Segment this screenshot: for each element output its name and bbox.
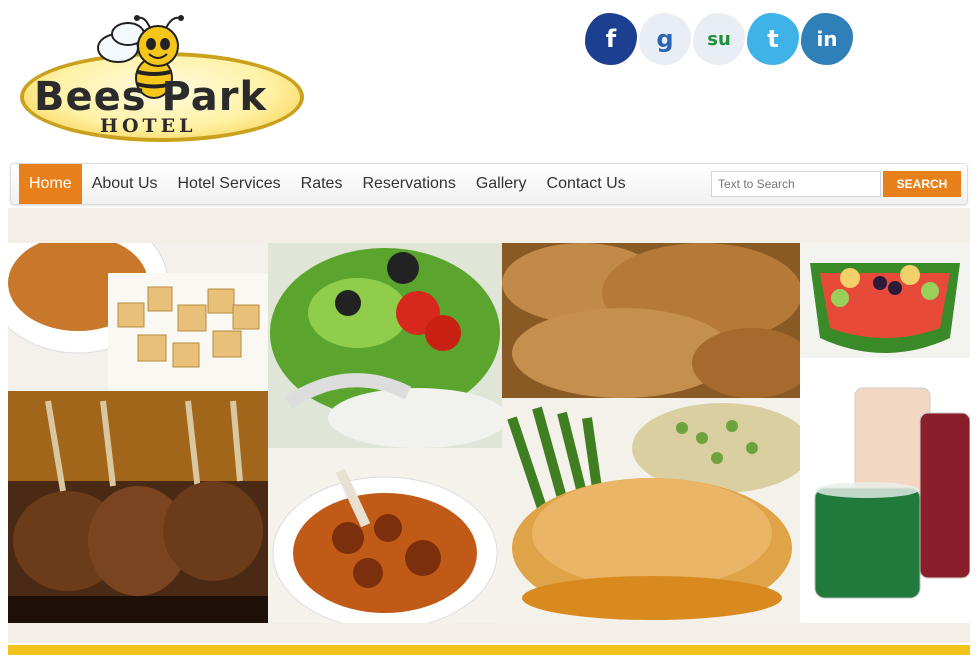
- menu: Home About Us Hotel Services Rates Reser…: [19, 164, 636, 204]
- footer-bar: [8, 645, 970, 655]
- nav-gallery[interactable]: Gallery: [466, 164, 537, 204]
- logo-subtitle: HOTEL: [100, 115, 197, 137]
- facebook-icon[interactable]: f: [585, 13, 637, 65]
- twitter-icon[interactable]: t: [747, 13, 799, 65]
- main-nav: Home About Us Hotel Services Rates Reser…: [10, 163, 968, 205]
- stumbleupon-icon[interactable]: su: [693, 13, 745, 65]
- logo-title: Bees Park: [34, 74, 268, 120]
- salad-image: [268, 243, 502, 448]
- curry-image: [268, 448, 502, 623]
- fruit-salad-image: [800, 243, 970, 358]
- nav-contact-us[interactable]: Contact Us: [537, 164, 636, 204]
- juice-glasses-image: [800, 358, 970, 623]
- social-links: f g su t in: [585, 13, 853, 65]
- food-collage: [8, 243, 970, 623]
- nav-about-us[interactable]: About Us: [82, 164, 168, 204]
- roast-chicken-image: [502, 243, 800, 398]
- nav-hotel-services[interactable]: Hotel Services: [168, 164, 291, 204]
- hotel-logo[interactable]: Bees Park HOTEL: [18, 12, 310, 147]
- grilled-chops-image: [8, 391, 268, 623]
- search-button[interactable]: SEARCH: [883, 171, 961, 197]
- soup-croutons-image: [8, 243, 268, 391]
- google-icon[interactable]: g: [639, 13, 691, 65]
- chicken-peas-image: [502, 398, 800, 623]
- nav-rates[interactable]: Rates: [291, 164, 353, 204]
- search-input[interactable]: [711, 171, 881, 197]
- nav-home[interactable]: Home: [19, 164, 82, 204]
- linkedin-icon[interactable]: in: [801, 13, 853, 65]
- nav-reservations[interactable]: Reservations: [352, 164, 465, 204]
